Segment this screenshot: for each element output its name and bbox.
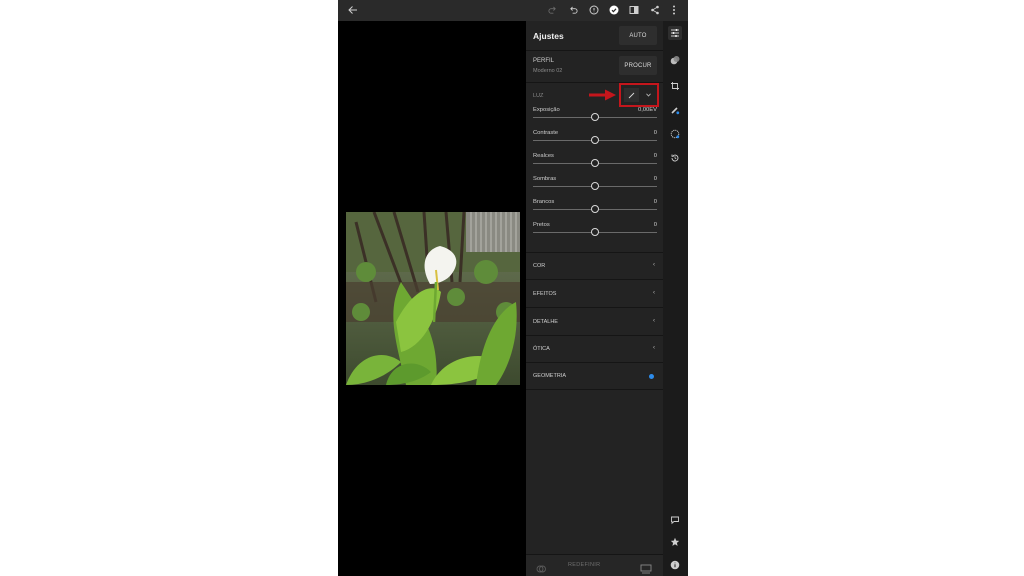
panel-footer: REDEFINIR <box>526 554 663 576</box>
section-color[interactable]: COR ‹ <box>526 253 663 280</box>
more-vertical-icon[interactable] <box>667 3 681 17</box>
slider-label: Exposição <box>533 107 560 113</box>
slider-blacks: Pretos 0 <box>533 222 657 245</box>
slider-label: Pretos <box>533 222 550 228</box>
slider-value[interactable]: 0,00EV <box>638 107 657 113</box>
slider-knob[interactable] <box>591 228 599 236</box>
slider-value[interactable]: 0 <box>654 130 657 136</box>
undo-icon[interactable] <box>566 3 580 17</box>
reset-button[interactable]: REDEFINIR <box>568 562 600 568</box>
slider-exposure: Exposição 0,00EV <box>533 107 657 130</box>
slider-knob[interactable] <box>591 136 599 144</box>
slider-value[interactable]: 0 <box>654 176 657 182</box>
auto-button[interactable]: AUTO <box>619 26 657 45</box>
top-toolbar <box>338 0 688 21</box>
divider <box>526 50 663 51</box>
annotation-arrow-icon <box>588 88 618 102</box>
help-icon[interactable] <box>587 3 601 17</box>
app-window: Ajustes AUTO PERFIL Moderno 02 PROCUR LU… <box>338 0 688 576</box>
section-label: COR <box>533 263 546 269</box>
section-geometry[interactable]: GEOMETRIA <box>526 363 663 390</box>
comment-icon[interactable] <box>668 513 682 527</box>
share-icon[interactable] <box>648 3 662 17</box>
annotation-highlight-box <box>619 83 659 107</box>
history-icon[interactable] <box>668 151 682 165</box>
back-arrow-icon[interactable] <box>346 3 360 17</box>
chevron-left-icon: ‹ <box>653 262 655 268</box>
light-section-label: LUZ <box>533 93 544 99</box>
photo-canvas[interactable] <box>338 21 526 576</box>
chevron-left-icon: ‹ <box>653 318 655 324</box>
slider-highlights: Realces 0 <box>533 153 657 176</box>
slider-value[interactable]: 0 <box>654 222 657 228</box>
profile-value[interactable]: Moderno 02 <box>533 68 562 74</box>
check-circle-icon[interactable] <box>607 3 621 17</box>
section-label: ÓTICA <box>533 346 550 352</box>
masking-icon[interactable] <box>668 127 682 141</box>
section-label: GEOMETRIA <box>533 373 567 379</box>
status-dot-icon <box>649 374 654 379</box>
slider-label: Contraste <box>533 130 559 136</box>
section-label: DETALHE <box>533 319 558 325</box>
photo-image[interactable] <box>346 212 520 385</box>
crop-rotate-icon[interactable] <box>668 79 682 93</box>
panel-title: Ajustes <box>533 31 564 41</box>
star-icon[interactable] <box>668 535 682 549</box>
section-detail[interactable]: DETALHE ‹ <box>526 309 663 336</box>
slider-label: Sombras <box>533 176 557 182</box>
slider-knob[interactable] <box>591 113 599 121</box>
slider-shadows: Sombras 0 <box>533 176 657 199</box>
redo-icon[interactable] <box>545 3 559 17</box>
slider-label: Realces <box>533 153 554 159</box>
section-label: EFEITOS <box>533 291 557 297</box>
browse-button[interactable]: PROCUR <box>619 56 657 75</box>
slider-knob[interactable] <box>591 182 599 190</box>
slider-contrast: Contraste 0 <box>533 130 657 153</box>
section-effects[interactable]: EFEITOS ‹ <box>526 281 663 308</box>
slider-knob[interactable] <box>591 159 599 167</box>
slider-label: Brancos <box>533 199 555 205</box>
chevron-left-icon: ‹ <box>653 290 655 296</box>
adjustments-sliders-icon[interactable] <box>668 26 682 40</box>
chevron-left-icon: ‹ <box>653 345 655 351</box>
section-optics[interactable]: ÓTICA ‹ <box>526 336 663 363</box>
compare-icon[interactable] <box>627 3 641 17</box>
info-icon[interactable] <box>668 558 682 572</box>
slider-value[interactable]: 0 <box>654 199 657 205</box>
healing-brush-icon[interactable] <box>668 103 682 117</box>
slider-whites: Brancos 0 <box>533 199 657 222</box>
profile-label: PERFIL <box>533 58 555 64</box>
presets-icon[interactable] <box>536 561 546 573</box>
slider-knob[interactable] <box>591 205 599 213</box>
presets-icon[interactable] <box>668 53 682 67</box>
tool-rail <box>663 21 688 576</box>
before-after-icon[interactable] <box>640 561 652 574</box>
slider-value[interactable]: 0 <box>654 153 657 159</box>
